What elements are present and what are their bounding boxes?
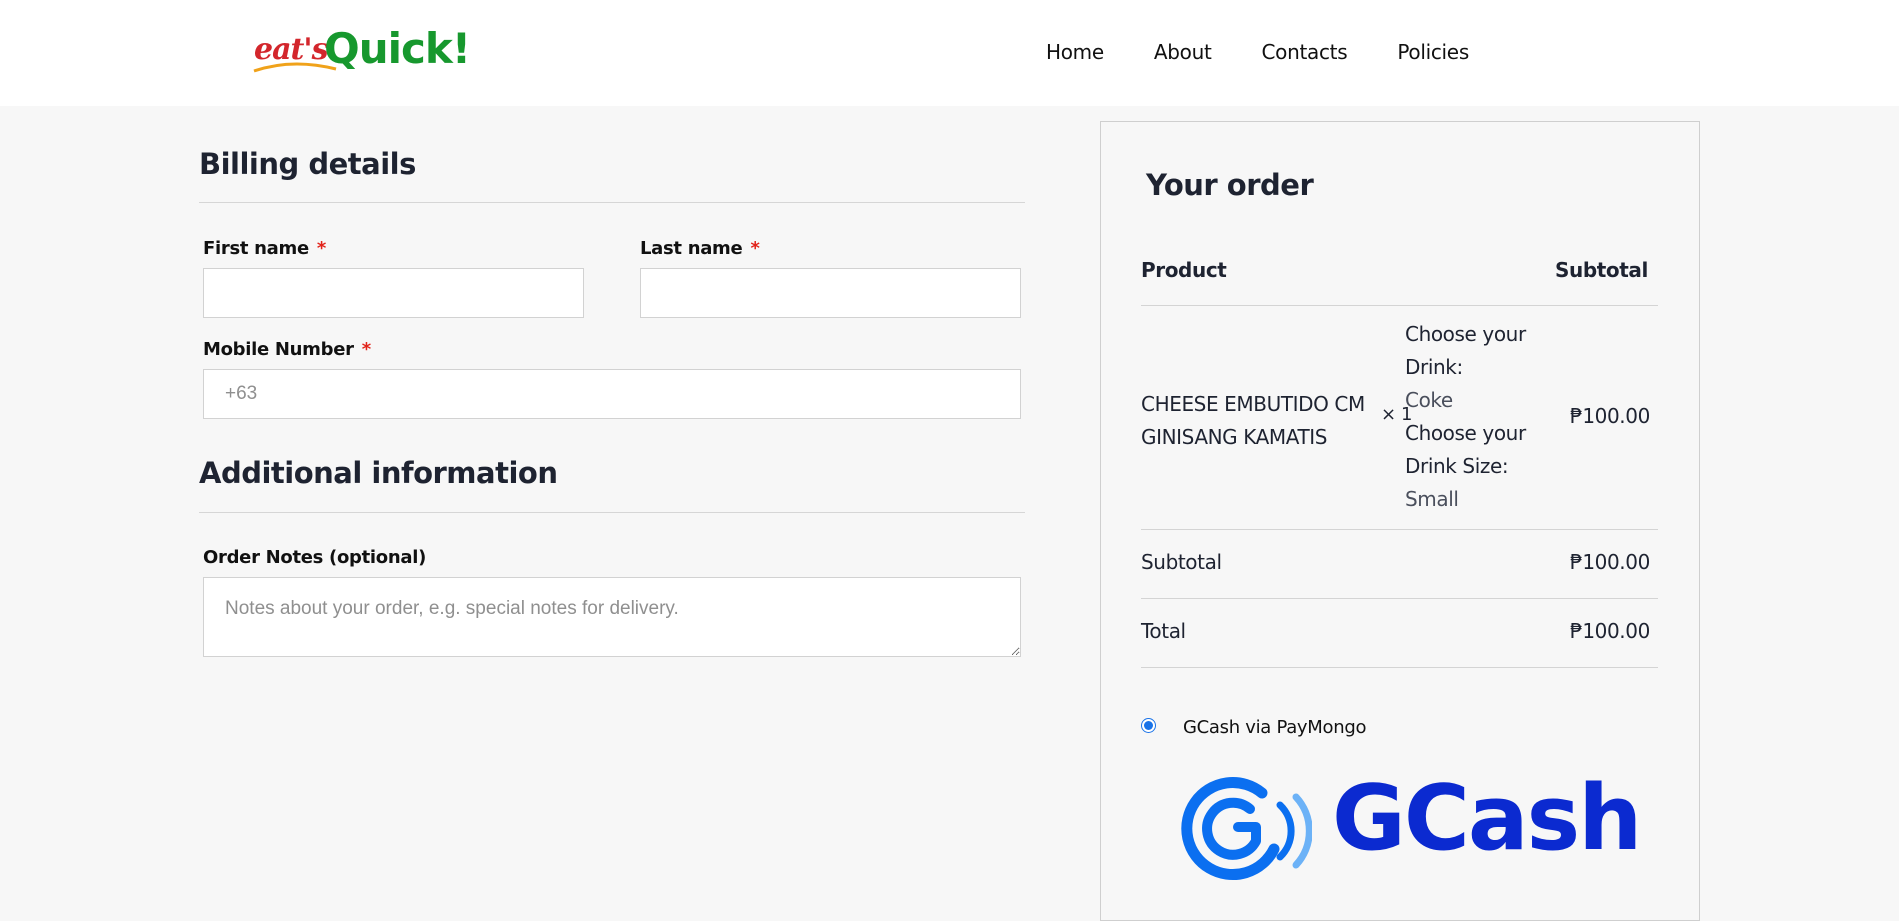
gcash-payment-label[interactable]: GCash via PayMongo (1183, 717, 1366, 738)
mobile-number-input[interactable] (203, 369, 1021, 419)
col-subtotal-header: Subtotal (1555, 258, 1648, 282)
order-divider (1141, 529, 1658, 530)
logo-swoosh-icon (253, 62, 337, 73)
gcash-g-icon (1181, 777, 1312, 881)
order-notes-textarea[interactable] (203, 577, 1021, 657)
billing-title: Billing details (199, 147, 416, 181)
subtotal-value: ₱100.00 (1570, 550, 1650, 574)
order-divider (1141, 305, 1658, 306)
nav-about[interactable]: About (1154, 40, 1212, 64)
mobile-number-label: Mobile Number * (203, 339, 371, 360)
gcash-payment-radio[interactable] (1141, 718, 1156, 733)
site-header: eat's Quick! Home About Contacts Policie… (0, 0, 1899, 106)
order-divider (1141, 598, 1658, 599)
main-nav: Home About Contacts Policies (1046, 40, 1519, 64)
logo-quick-text: Quick! (324, 24, 471, 73)
order-item-meta: Choose your Drink: Coke Choose your Drin… (1405, 322, 1526, 511)
order-notes-label: Order Notes (optional) (203, 547, 427, 568)
order-title: Your order (1146, 168, 1314, 202)
required-mark: * (361, 339, 371, 360)
subtotal-label: Subtotal (1141, 550, 1222, 574)
site-logo[interactable]: eat's Quick! (252, 24, 472, 76)
total-value: ₱100.00 (1570, 619, 1650, 643)
required-mark: * (750, 238, 760, 259)
order-divider (1141, 667, 1658, 668)
order-item-name: CHEESE EMBUTIDO CM GINISANG KAMATIS (1141, 392, 1365, 449)
required-mark: * (316, 238, 326, 259)
total-label: Total (1141, 619, 1186, 643)
nav-home[interactable]: Home (1046, 40, 1104, 64)
first-name-label: First name * (203, 238, 326, 259)
last-name-label: Last name * (640, 238, 760, 259)
nav-policies[interactable]: Policies (1397, 40, 1469, 64)
nav-contacts[interactable]: Contacts (1262, 40, 1348, 64)
additional-divider (199, 512, 1025, 513)
billing-divider (199, 202, 1025, 203)
gcash-logo-text: GCash (1332, 766, 1642, 871)
additional-info-title: Additional information (199, 456, 558, 490)
last-name-input[interactable] (640, 268, 1021, 318)
first-name-input[interactable] (203, 268, 584, 318)
col-product-header: Product (1141, 258, 1227, 282)
order-item-price: ₱100.00 (1570, 404, 1650, 428)
